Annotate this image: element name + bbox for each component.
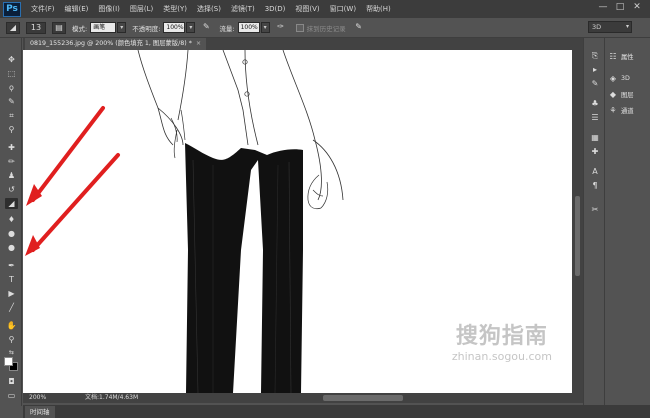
status-bar: 200% 文档:1.74M/4.63M [23, 393, 583, 403]
vertical-scrollbar[interactable] [572, 50, 583, 393]
swatches-panel-icon[interactable]: ♣ [589, 98, 601, 109]
panel-layers-label: 图层 [621, 91, 634, 99]
character-panel-icon[interactable]: A [589, 166, 601, 177]
styles-panel-icon[interactable]: ✚ [589, 146, 601, 157]
panel-icon-strip: ⎘ ▸ ✎ ♣ ☰ ▦ ✚ A ¶ ✂ [583, 38, 605, 405]
color-panel-icon[interactable]: ▦ [589, 132, 601, 143]
channels-icon: ⚘ [609, 105, 617, 115]
panel-properties-label: 属性 [621, 53, 634, 61]
timeline-panel: 时间轴 [23, 405, 650, 418]
panel-3d-label: 3D [621, 74, 630, 82]
horizontal-scroll-thumb[interactable] [323, 395, 403, 401]
zoom-level[interactable]: 200% [29, 393, 46, 403]
brush-panel-icon[interactable]: ✎ [589, 78, 601, 89]
vertical-scroll-thumb[interactable] [575, 196, 580, 276]
arrowheads-overlay [25, 184, 42, 256]
collapsed-panels: ☷ 属性 ◈ 3D ◆ 图层 ⚘ 通道 [605, 38, 650, 405]
paragraph-panel-icon[interactable]: ¶ [589, 180, 601, 191]
properties-icon: ☷ [609, 51, 617, 61]
adjustments-panel-icon[interactable]: ☰ [589, 112, 601, 123]
panel-3d[interactable]: ◈ 3D [608, 72, 630, 84]
timeline-tab[interactable]: 时间轴 [25, 406, 55, 418]
panel-channels[interactable]: ⚘ 通道 [608, 104, 634, 116]
layers-icon: ◆ [609, 89, 617, 99]
3d-icon: ◈ [609, 73, 617, 83]
actions-panel-icon[interactable]: ▸ [589, 64, 601, 75]
arrowhead-2 [25, 235, 40, 256]
tool-presets-icon[interactable]: ✂ [589, 204, 601, 215]
panel-layers[interactable]: ◆ 图层 [608, 88, 634, 100]
photoshop-window: Ps 文件(F) 编辑(E) 图像(I) 图层(L) 类型(Y) 选择(S) 滤… [0, 0, 650, 418]
panel-properties[interactable]: ☷ 属性 [608, 50, 634, 62]
document-info[interactable]: 文档:1.74M/4.63M [85, 393, 138, 403]
panel-channels-label: 通道 [621, 107, 634, 115]
arrowhead-1 [26, 184, 42, 206]
history-panel-icon[interactable]: ⎘ [589, 50, 601, 61]
